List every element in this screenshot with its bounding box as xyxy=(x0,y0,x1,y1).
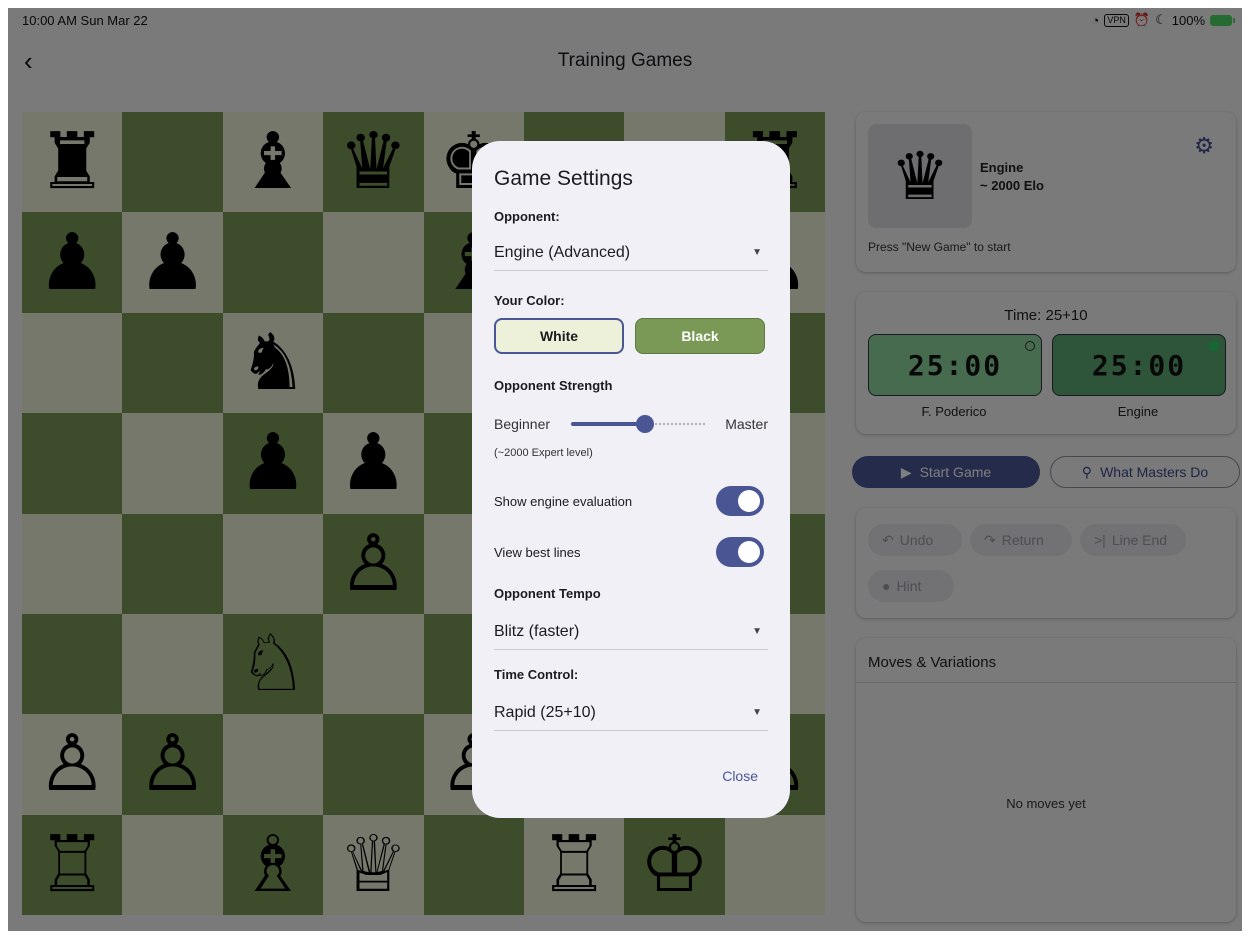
game-settings-dialog: Game Settings Opponent: Engine (Advanced… xyxy=(472,141,790,818)
strength-min-label: Beginner xyxy=(494,416,551,432)
dropdown-arrow-icon: ▼ xyxy=(752,626,762,637)
slider-inactive-track xyxy=(651,423,705,425)
opponent-label: Opponent: xyxy=(494,209,560,224)
color-black-button[interactable]: Black xyxy=(635,318,765,354)
tempo-label: Opponent Tempo xyxy=(494,586,601,601)
dropdown-arrow-icon: ▼ xyxy=(752,247,762,258)
strength-slider[interactable] xyxy=(571,415,705,433)
opponent-select[interactable]: Engine (Advanced) ▼ xyxy=(494,238,768,271)
dropdown-arrow-icon: ▼ xyxy=(752,707,762,718)
color-label: Your Color: xyxy=(494,293,565,308)
slider-active-track xyxy=(571,422,645,426)
slider-thumb[interactable] xyxy=(636,415,654,433)
time-control-value: Rapid (25+10) xyxy=(494,704,596,721)
opponent-value: Engine (Advanced) xyxy=(494,244,631,261)
view-lines-toggle[interactable] xyxy=(716,537,764,567)
show-eval-toggle[interactable] xyxy=(716,486,764,516)
close-button[interactable]: Close xyxy=(722,768,758,784)
view-lines-label: View best lines xyxy=(494,545,581,560)
tempo-select[interactable]: Blitz (faster) ▼ xyxy=(494,617,768,650)
app-window: 10:00 AM Sun Mar 22 ◔ VPN ⏰ ☾ 100% ‹ Tra… xyxy=(8,8,1242,931)
show-eval-label: Show engine evaluation xyxy=(494,494,633,509)
time-control-label: Time Control: xyxy=(494,667,579,682)
time-control-select[interactable]: Rapid (25+10) ▼ xyxy=(494,698,768,731)
strength-description: (~2000 Expert level) xyxy=(494,447,593,459)
tempo-value: Blitz (faster) xyxy=(494,623,580,640)
strength-slider-row: Beginner Master xyxy=(494,413,768,435)
dialog-title: Game Settings xyxy=(494,167,633,190)
color-white-button[interactable]: White xyxy=(494,318,624,354)
strength-label: Opponent Strength xyxy=(494,378,613,393)
strength-max-label: Master xyxy=(725,416,768,432)
show-eval-row: Show engine evaluation xyxy=(494,486,768,516)
view-lines-row: View best lines xyxy=(494,537,768,567)
